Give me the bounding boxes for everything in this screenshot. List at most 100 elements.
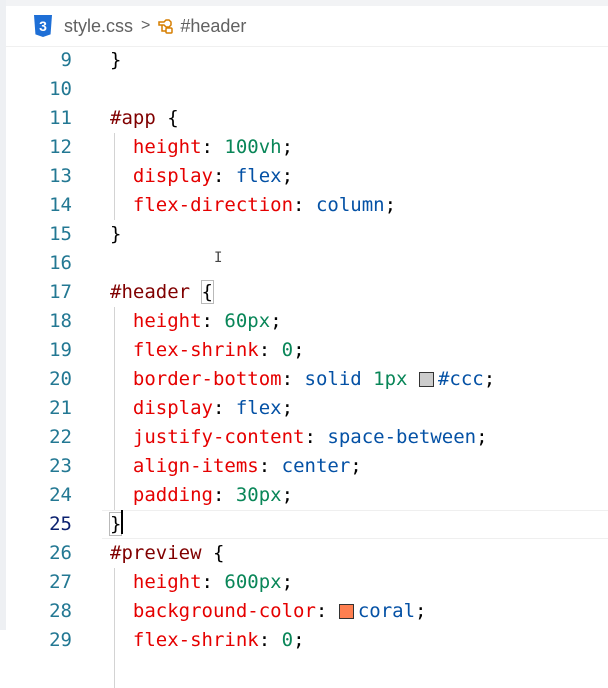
code-token: 60px [224, 310, 271, 332]
code-line[interactable]: 22 justify-content: space-between; [6, 423, 608, 452]
color-swatch-icon[interactable] [338, 604, 354, 619]
code-token: ; [281, 484, 294, 506]
code-token: flex [235, 165, 282, 187]
code-token: ; [350, 455, 362, 477]
code-line[interactable]: 11 #app { [6, 104, 608, 133]
code-token: ; [293, 629, 305, 651]
breadcrumb-symbol[interactable]: #header [180, 16, 246, 37]
code-text: flex-direction: column; [110, 191, 396, 220]
code-text: display: flex; [110, 394, 293, 423]
code-text: #app { [110, 104, 179, 133]
code-token: ; [281, 136, 294, 158]
code-token: #app [110, 107, 156, 129]
code-line[interactable]: 10 [6, 75, 608, 104]
line-number: 22 [49, 426, 72, 448]
code-token: space-between [327, 426, 477, 448]
code-editor[interactable]: I 9} 10 11 #app {12 height: 100vh; 13 displa… [6, 46, 608, 688]
code-token: flex-direction [132, 194, 294, 216]
code-token: ; [293, 339, 305, 361]
line-number: 29 [49, 629, 72, 651]
code-token: : [212, 165, 236, 187]
code-text: display: flex; [110, 162, 293, 191]
code-line[interactable]: 13 display: flex; [6, 162, 608, 191]
code-token: height [132, 310, 202, 332]
code-line[interactable]: 27 height: 600px; [6, 568, 608, 597]
breadcrumb: 3 style.css > #header [6, 6, 608, 47]
code-token: } [110, 223, 122, 245]
code-line[interactable]: 29 flex-shrink: 0; [6, 626, 608, 655]
code-token: : [304, 426, 328, 448]
code-token: ; [281, 571, 294, 593]
code-text: border-bottom: solid 1px #ccc; [110, 365, 495, 394]
code-line[interactable]: 15} [6, 220, 608, 249]
line-number: 11 [49, 107, 72, 129]
code-token: 30px [235, 484, 282, 506]
code-token: : [201, 136, 225, 158]
code-line[interactable]: 25} [6, 510, 608, 539]
code-text: justify-content: space-between; [110, 423, 488, 452]
code-token: #preview [110, 542, 202, 564]
line-number: 24 [49, 484, 72, 506]
code-token: background-color [132, 600, 316, 622]
line-number: 13 [49, 165, 72, 187]
breadcrumb-file[interactable]: style.css [64, 16, 133, 37]
code-line[interactable]: 12 height: 100vh; [6, 133, 608, 162]
code-token: ; [384, 194, 397, 216]
code-token: ; [281, 397, 294, 419]
line-number: 20 [49, 368, 72, 390]
line-number: 15 [49, 223, 72, 245]
code-line[interactable]: 28 background-color: coral; [6, 597, 608, 626]
code-token: 0 [281, 339, 294, 361]
line-number: 10 [49, 78, 72, 100]
line-number: 17 [49, 281, 72, 303]
code-token: 100vh [224, 136, 282, 158]
code-line[interactable]: 17 #header { [6, 278, 608, 307]
code-token: { [155, 107, 179, 129]
line-number: 19 [49, 339, 72, 361]
code-line[interactable]: 24 padding: 30px; [6, 481, 608, 510]
code-line[interactable]: 14 flex-direction: column; [6, 191, 608, 220]
code-line[interactable]: 16 [6, 249, 608, 278]
line-number: 26 [49, 542, 72, 564]
code-line[interactable]: 23 align-items: center; [6, 452, 608, 481]
line-number: 23 [49, 455, 72, 477]
code-token: : [258, 339, 282, 361]
code-line[interactable]: 9} [6, 46, 608, 75]
code-line[interactable]: 19 flex-shrink: 0; [6, 336, 608, 365]
code-token: flex [235, 397, 282, 419]
line-number: 28 [49, 600, 72, 622]
line-number: 18 [49, 310, 72, 332]
code-line[interactable]: 26 #preview { [6, 539, 608, 568]
code-token: } [108, 512, 123, 536]
color-swatch-icon[interactable] [418, 372, 434, 387]
code-token: : [281, 368, 305, 390]
line-number: 9 [60, 49, 72, 71]
code-text: background-color: coral; [110, 597, 427, 626]
code-line[interactable]: 21 display: flex; [6, 394, 608, 423]
code-token: : [201, 571, 225, 593]
code-token: ; [476, 426, 488, 448]
code-token: 600px [224, 571, 282, 593]
code-token: justify-content [132, 426, 305, 448]
code-line[interactable]: 20 border-bottom: solid 1px #ccc; [6, 365, 608, 394]
code-token: align-items [132, 455, 259, 477]
code-token: } [110, 49, 122, 71]
code-line[interactable]: 18 height: 60px; [6, 307, 608, 336]
code-token: #ccc [437, 368, 484, 390]
code-text: } [108, 510, 124, 539]
code-token: coral [357, 600, 416, 622]
code-text: flex-shrink: 0; [110, 626, 305, 655]
code-token: : [315, 600, 339, 622]
code-text: height: 100vh; [110, 133, 293, 162]
line-number: 14 [49, 194, 72, 216]
code-token: : [212, 397, 236, 419]
code-token: : [258, 629, 282, 651]
